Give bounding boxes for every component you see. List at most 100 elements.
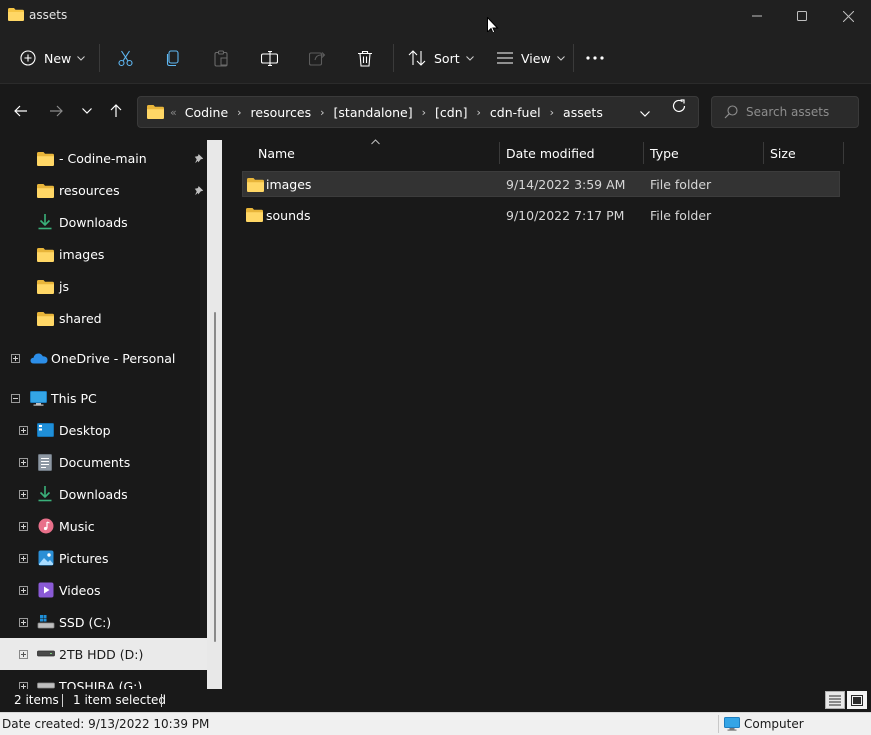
up-button[interactable]: [104, 99, 128, 123]
forward-button[interactable]: [44, 99, 68, 123]
column-header-date[interactable]: Date modified: [506, 140, 595, 166]
recent-locations-button[interactable]: [75, 99, 99, 123]
breadcrumb-item[interactable]: [standalone]: [334, 105, 413, 120]
details-view-icon: [829, 695, 841, 705]
breadcrumb-item[interactable]: assets: [563, 105, 603, 120]
expand-toggle[interactable]: [11, 354, 20, 363]
copy-button[interactable]: [165, 42, 181, 74]
search-box[interactable]: [711, 96, 859, 128]
cut-button[interactable]: [117, 42, 134, 74]
pin-icon[interactable]: [193, 154, 203, 164]
search-input[interactable]: [746, 105, 856, 119]
nav-item-downloads[interactable]: Downloads: [0, 206, 207, 238]
refresh-icon: [672, 99, 686, 112]
nav-item-desktop[interactable]: Desktop: [0, 414, 207, 446]
nav-item-hdd-d[interactable]: 2TB HDD (D:): [0, 638, 207, 670]
navigation-pane: - Codine-main resources Downloads images…: [0, 140, 222, 689]
rename-icon: [261, 50, 278, 66]
column-divider[interactable]: [643, 142, 644, 164]
close-icon: [842, 10, 854, 22]
nav-item-shared[interactable]: shared: [0, 302, 207, 334]
chevron-down-icon: [640, 111, 650, 117]
chevron-down-icon: [556, 55, 565, 61]
nav-item-label: 2TB HDD (D:): [59, 646, 144, 662]
breadcrumb-item[interactable]: Codine: [185, 105, 228, 120]
expand-toggle[interactable]: [19, 586, 28, 595]
nav-item-documents[interactable]: Documents: [0, 446, 207, 478]
trash-icon: [358, 50, 372, 67]
breadcrumb-item[interactable]: resources: [251, 105, 312, 120]
collapse-toggle[interactable]: [11, 394, 20, 403]
expand-toggle[interactable]: [19, 458, 28, 467]
delete-button[interactable]: [357, 42, 373, 74]
nav-item-downloads-pc[interactable]: Downloads: [0, 478, 207, 510]
expand-toggle[interactable]: [19, 522, 28, 531]
refresh-button[interactable]: [672, 99, 686, 116]
nav-item-videos[interactable]: Videos: [0, 574, 207, 606]
minimize-button[interactable]: [734, 0, 780, 32]
nav-item-codine-main[interactable]: - Codine-main: [0, 142, 207, 174]
nav-item-images[interactable]: images: [0, 238, 207, 270]
folder-icon: [247, 178, 264, 192]
chevron-right-icon[interactable]: ›: [320, 106, 324, 119]
tiles-view-button[interactable]: [847, 691, 867, 709]
chevron-right-icon[interactable]: ›: [237, 106, 241, 119]
chevron-right-icon[interactable]: ›: [477, 106, 481, 119]
file-row[interactable]: images 9/14/2022 3:59 AM File folder: [242, 171, 840, 197]
nav-item-ssd-c[interactable]: SSD (C:): [0, 606, 207, 638]
title-bar: assets: [0, 0, 871, 36]
details-view-button[interactable]: [825, 691, 845, 709]
pin-icon[interactable]: [193, 186, 203, 196]
nav-item-resources[interactable]: resources: [0, 174, 207, 206]
window-title: assets: [29, 8, 68, 22]
column-divider[interactable]: [763, 142, 764, 164]
column-header-type[interactable]: Type: [650, 140, 679, 166]
expand-toggle[interactable]: [19, 650, 28, 659]
address-dropdown-button[interactable]: [640, 105, 650, 120]
address-row: « Codine › resources › [standalone] › [c…: [0, 85, 871, 140]
column-header-name[interactable]: Name: [258, 140, 295, 166]
view-button[interactable]: View: [497, 42, 565, 74]
breadcrumb-item[interactable]: [cdn]: [435, 105, 467, 120]
view-button-label: View: [521, 50, 551, 66]
chevron-right-icon[interactable]: ›: [422, 106, 426, 119]
expand-toggle[interactable]: [19, 618, 28, 627]
nav-item-music[interactable]: Music: [0, 510, 207, 542]
paste-button[interactable]: [213, 42, 229, 74]
breadcrumb-overflow[interactable]: «: [170, 106, 177, 119]
item-count: 2 items: [14, 693, 59, 707]
sort-ascending-icon: [371, 139, 380, 145]
nav-item-this-pc[interactable]: This PC: [0, 382, 207, 414]
column-header-size[interactable]: Size: [770, 140, 796, 166]
expand-toggle[interactable]: [19, 554, 28, 563]
nav-item-label: Pictures: [59, 550, 109, 566]
chevron-right-icon[interactable]: ›: [550, 106, 554, 119]
nav-item-label: OneDrive - Personal: [51, 350, 176, 366]
maximize-button[interactable]: [779, 0, 825, 32]
file-list: Name Date modified Type Size images 9/14…: [228, 139, 871, 689]
expand-toggle[interactable]: [19, 682, 28, 689]
nav-pane-scrollbar[interactable]: [207, 140, 222, 689]
nav-item-onedrive[interactable]: OneDrive - Personal: [0, 342, 207, 374]
expand-toggle[interactable]: [19, 426, 28, 435]
close-button[interactable]: [825, 0, 871, 32]
address-bar[interactable]: « Codine › resources › [standalone] › [c…: [137, 96, 699, 128]
breadcrumb-item[interactable]: cdn-fuel: [490, 105, 541, 120]
back-button[interactable]: [9, 99, 33, 123]
arrow-up-icon: [110, 104, 122, 117]
clipboard-icon: [214, 49, 228, 67]
expand-toggle[interactable]: [19, 490, 28, 499]
nav-item-pictures[interactable]: Pictures: [0, 542, 207, 574]
new-button[interactable]: New: [20, 42, 86, 74]
file-row[interactable]: sounds 9/10/2022 7:17 PM File folder: [242, 202, 840, 228]
sort-button[interactable]: Sort: [408, 42, 474, 74]
nav-item-toshiba-g[interactable]: TOSHIBA (G:): [0, 670, 207, 689]
scrollbar-thumb[interactable]: [214, 312, 216, 642]
nav-item-label: Music: [59, 518, 95, 534]
more-options-button[interactable]: [586, 42, 604, 74]
rename-button[interactable]: [261, 42, 278, 74]
nav-item-js[interactable]: js: [0, 270, 207, 302]
share-button[interactable]: [309, 42, 326, 74]
column-divider[interactable]: [843, 142, 844, 164]
column-divider[interactable]: [499, 142, 500, 164]
